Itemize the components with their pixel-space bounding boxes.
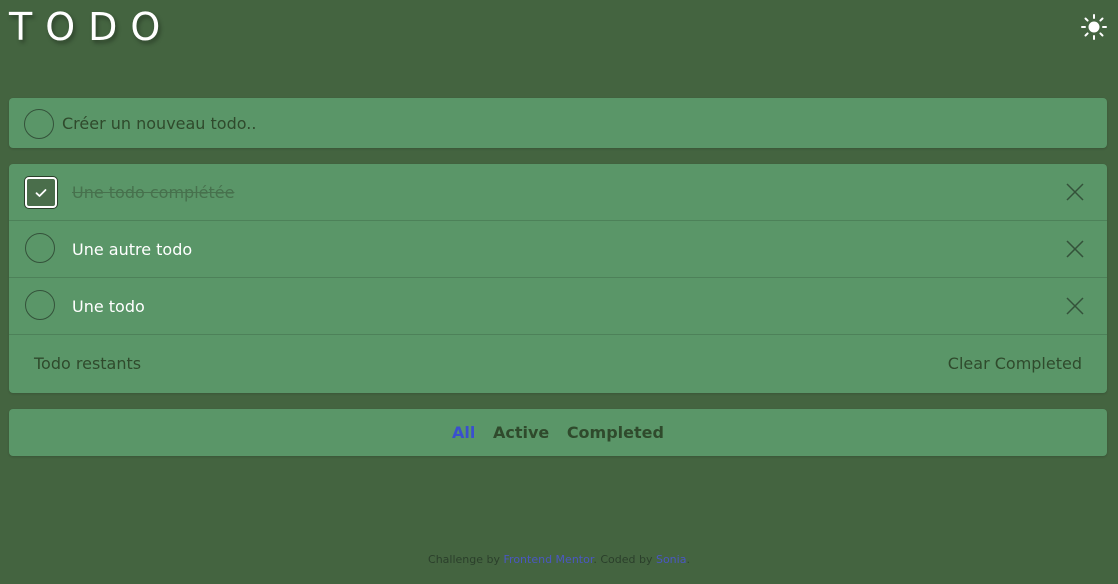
delete-todo-button[interactable]: [1065, 296, 1085, 316]
list-footer: Todo restants Clear Completed: [9, 335, 1107, 392]
attribution-suffix: .: [686, 553, 690, 566]
attribution: Challenge by Frontend Mentor. Coded by S…: [0, 553, 1118, 566]
theme-toggle-button[interactable]: [1080, 13, 1108, 41]
filter-completed[interactable]: Completed: [567, 409, 664, 456]
delete-todo-button[interactable]: [1065, 239, 1085, 259]
filter-all[interactable]: All: [452, 409, 475, 456]
todo-item: Une todo complétée: [9, 164, 1107, 221]
new-todo-form: [9, 98, 1107, 148]
filter-bar: All Active Completed: [9, 409, 1107, 456]
checkmark-icon: [35, 188, 47, 197]
challenge-link[interactable]: Frontend Mentor: [504, 553, 594, 566]
todo-text: Une autre todo: [72, 240, 193, 259]
delete-todo-button[interactable]: [1065, 182, 1085, 202]
todo-text: Une todo complétée: [72, 183, 235, 202]
attribution-prefix: Challenge by: [428, 553, 501, 566]
todo-item: Une todo: [9, 278, 1107, 335]
todo-item: Une autre todo: [9, 221, 1107, 278]
close-icon: [1066, 240, 1084, 258]
filter-active[interactable]: Active: [493, 409, 549, 456]
todo-checkbox[interactable]: [25, 233, 55, 263]
attribution-middle: . Coded by: [593, 553, 653, 566]
close-icon: [1066, 183, 1084, 201]
clear-completed-button[interactable]: Clear Completed: [948, 335, 1082, 392]
todo-checkbox-checked[interactable]: [25, 177, 57, 208]
todo-checkbox[interactable]: [25, 290, 55, 320]
new-todo-circle-icon: [24, 109, 54, 139]
author-link[interactable]: Sonia: [656, 553, 686, 566]
todo-list: Une todo complétée Une autre todo Une to…: [9, 164, 1107, 393]
new-todo-input[interactable]: [62, 98, 1062, 148]
sun-icon: [1081, 14, 1107, 40]
close-icon: [1066, 297, 1084, 315]
remaining-count: Todo restants: [34, 354, 142, 373]
app-title: TODO: [9, 5, 174, 49]
todo-text: Une todo: [72, 297, 145, 316]
